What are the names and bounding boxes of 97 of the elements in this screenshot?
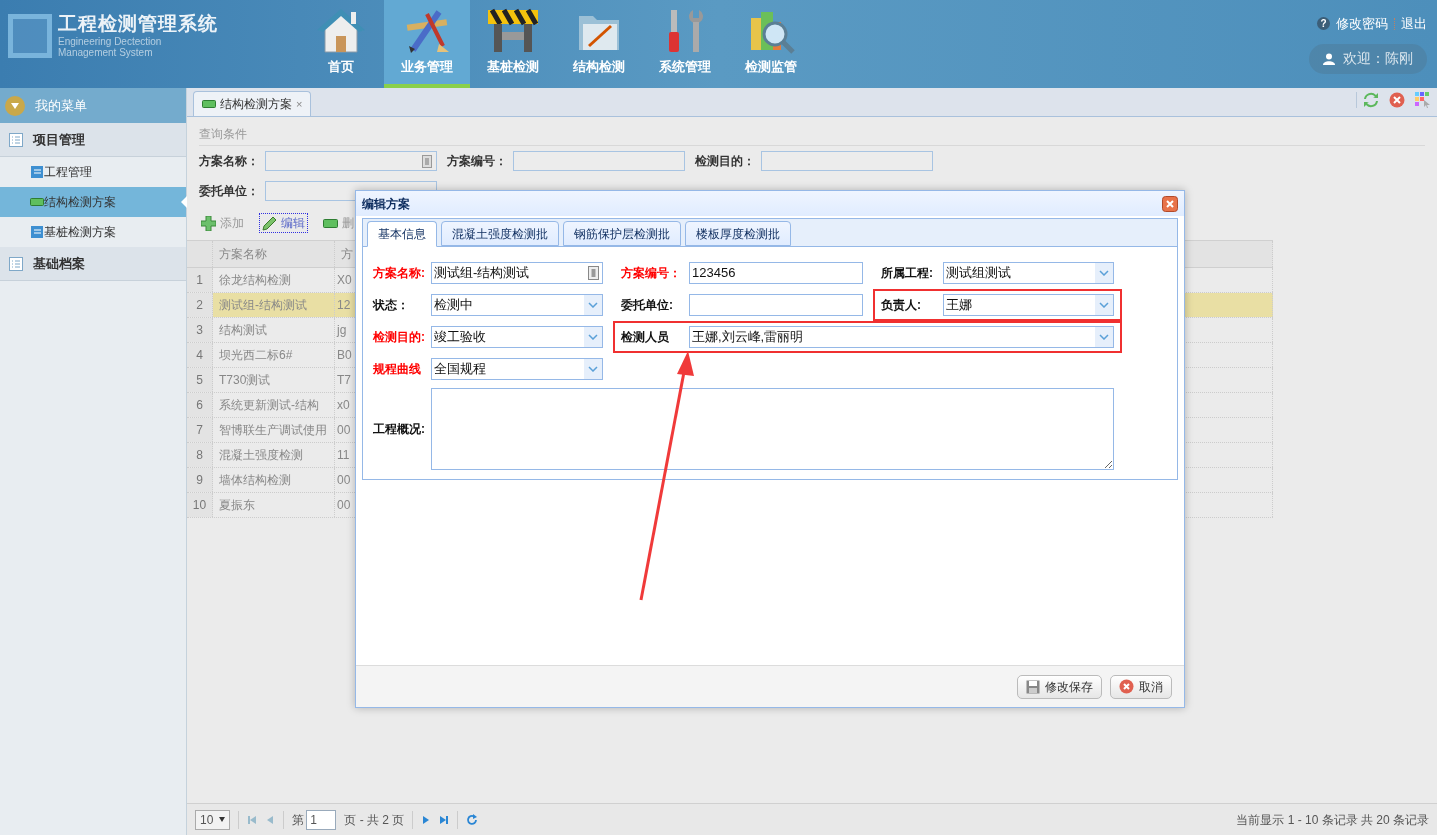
- first-page-icon[interactable]: [247, 814, 258, 825]
- row-number: 3: [187, 318, 213, 342]
- row-number: 2: [187, 293, 213, 317]
- pager-text: 页 - 共 2 页: [344, 811, 405, 829]
- dialog-tab[interactable]: 楼板厚度检测批: [685, 221, 791, 246]
- menu-group[interactable]: 项目管理: [0, 123, 186, 157]
- menu-item[interactable]: 结构检测方案: [0, 187, 186, 217]
- input-field[interactable]: [265, 151, 437, 171]
- welcome-badge: 欢迎：陈刚: [1309, 43, 1427, 74]
- previous-page-icon[interactable]: [265, 814, 276, 825]
- table-cell: 结构测试: [213, 318, 335, 342]
- logo-icon: [8, 14, 52, 58]
- input-field[interactable]: 测试组-结构测试: [431, 262, 603, 284]
- table-cell: 系统更新测试-结构: [213, 393, 335, 417]
- table-cell: 智博联生产调试使用: [213, 418, 335, 442]
- pager-summary: 当前显示 1 - 10 条记录 共 20 条记录: [1236, 811, 1429, 829]
- row-number: 6: [187, 393, 213, 417]
- nav-tab[interactable]: 首页: [298, 0, 384, 88]
- pencil-icon: [262, 215, 277, 231]
- refresh-icon[interactable]: [466, 813, 479, 826]
- nav-icon: [486, 8, 540, 54]
- bar-icon: [323, 218, 338, 228]
- page-input[interactable]: 1: [306, 809, 337, 830]
- combo-box[interactable]: 测试组测试: [943, 262, 1114, 284]
- menu-item[interactable]: 工程管理: [0, 157, 186, 187]
- input-field[interactable]: [689, 294, 863, 316]
- row-number: 4: [187, 343, 213, 367]
- row-number: 5: [187, 368, 213, 392]
- field-label: 负责人:: [881, 297, 922, 314]
- list-icon: [9, 256, 23, 271]
- pager-text: 第: [292, 811, 305, 829]
- table-cell: 夏振东: [213, 493, 335, 517]
- page-size-select[interactable]: 10: [195, 809, 231, 830]
- menu-item[interactable]: 基桩检测方案: [0, 217, 186, 247]
- table-cell: 坝光西二标6#: [213, 343, 335, 367]
- dialog-tab[interactable]: 钢筋保护层检测批: [563, 221, 681, 246]
- combo-box[interactable]: 全国规程: [431, 358, 603, 380]
- collapse-icon: [5, 95, 25, 116]
- app-subtitle: Engineering Dectection Management System: [58, 36, 163, 58]
- help-icon: ?: [1317, 17, 1330, 31]
- row-number: 8: [187, 443, 213, 467]
- field-label: 检测目的：: [695, 153, 756, 170]
- last-page-icon[interactable]: [439, 814, 450, 825]
- sidebar-header: 我的菜单: [0, 88, 186, 123]
- page-tab[interactable]: 结构检测方案 ×: [193, 91, 312, 116]
- close-icon[interactable]: [1162, 195, 1178, 212]
- list-icon: [9, 132, 23, 147]
- combo-box[interactable]: 王娜: [943, 294, 1114, 316]
- user-icon: [1323, 52, 1335, 65]
- input-field[interactable]: [761, 151, 933, 171]
- section-title: 查询条件: [199, 125, 1425, 146]
- table-cell: 徐龙结构检测: [213, 268, 335, 292]
- contact-card-icon: [422, 154, 432, 168]
- refresh-icon[interactable]: [1363, 92, 1379, 108]
- row-number: 7: [187, 418, 213, 442]
- field-label: 方案名称：: [199, 153, 260, 170]
- save-button[interactable]: 修改保存: [1017, 674, 1102, 699]
- toolbar-button[interactable]: 编辑: [260, 214, 307, 232]
- row-number: 1: [187, 268, 213, 292]
- cancel-icon: [1119, 679, 1134, 694]
- menu-group[interactable]: 基础档案: [0, 247, 186, 281]
- header-link[interactable]: 退出: [1401, 14, 1427, 34]
- dialog-tab[interactable]: 混凝土强度检测批: [441, 221, 559, 246]
- combo-box[interactable]: 王娜,刘云峰,雷丽明: [689, 326, 1114, 348]
- save-icon: [1026, 679, 1040, 694]
- field-label: 工程概况:: [373, 421, 426, 438]
- contact-card-icon: [588, 266, 599, 280]
- bar-icon: [202, 100, 216, 108]
- field-label: 状态：: [373, 297, 410, 314]
- color-grid-icon[interactable]: [1415, 92, 1431, 108]
- field-label: 方案名称:: [373, 265, 426, 282]
- field-label: 方案编号：: [621, 265, 682, 282]
- field-label: 委托单位：: [199, 183, 260, 200]
- close-icon[interactable]: [1389, 92, 1405, 108]
- row-number: 10: [187, 493, 213, 517]
- plus-icon: [201, 215, 216, 231]
- table-cell: 测试组-结构测试: [213, 293, 335, 317]
- dialog-tab[interactable]: 基本信息: [367, 221, 437, 247]
- cancel-button[interactable]: 取消: [1110, 674, 1172, 699]
- dialog-title: 编辑方案: [362, 195, 410, 213]
- table-cell: 墙体结构检测: [213, 468, 335, 492]
- field-label: 所属工程:: [881, 265, 934, 282]
- field-label: 方案编号：: [447, 153, 508, 170]
- row-number: 9: [187, 468, 213, 492]
- combo-box[interactable]: 竣工验收: [431, 326, 603, 348]
- table-cell: 混凝土强度检测: [213, 443, 335, 467]
- bar-icon: [30, 198, 44, 206]
- app-title: 工程检测管理系统: [58, 12, 218, 36]
- text-area[interactable]: [431, 388, 1114, 470]
- field-label: 委托单位:: [621, 297, 674, 314]
- input-field[interactable]: [513, 151, 685, 171]
- table-cell: T730测试: [213, 368, 335, 392]
- nav-icon: [317, 8, 365, 54]
- document-icon: [30, 225, 44, 239]
- input-field[interactable]: 123456: [689, 262, 863, 284]
- document-icon: [30, 165, 44, 179]
- combo-box[interactable]: 检测中: [431, 294, 603, 316]
